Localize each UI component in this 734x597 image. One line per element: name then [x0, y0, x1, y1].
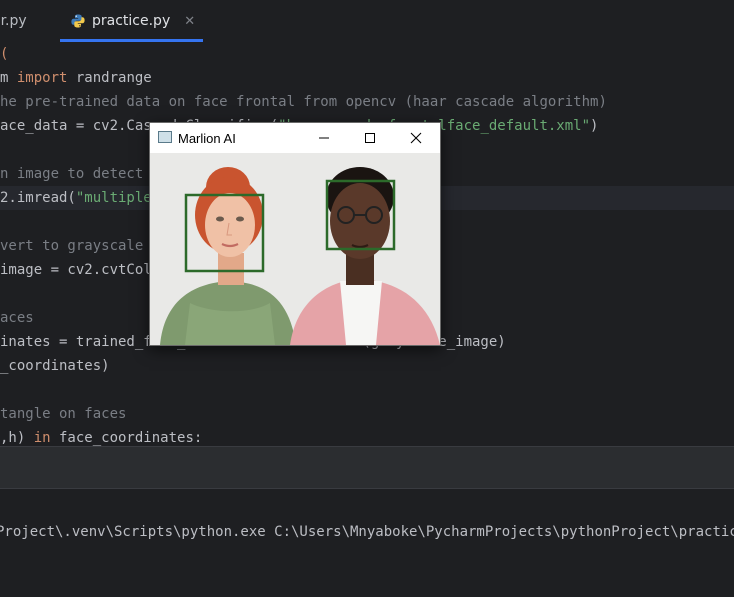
code-line: m import randrange — [0, 66, 152, 90]
code-token: _coordinates) — [0, 358, 110, 374]
tab-label: practice.py — [92, 13, 171, 29]
maximize-button[interactable] — [356, 127, 384, 149]
code-token: m — [0, 70, 17, 86]
minimize-icon — [319, 137, 329, 139]
code-token: ( — [0, 46, 9, 62]
code-line: tangle on faces — [0, 402, 126, 426]
code-line: he pre-trained data on face frontal from… — [0, 90, 607, 114]
code-token: randrange — [67, 70, 152, 86]
minimize-button[interactable] — [310, 127, 338, 149]
code-line: ,h) in face_coordinates: — [0, 426, 202, 446]
face-detection-image — [150, 153, 440, 345]
code-token: 2.imread( — [0, 190, 76, 206]
tool-window-header — [0, 446, 734, 489]
code-token: face_coordinates: — [50, 430, 203, 446]
code-token: import — [16, 70, 68, 86]
tab-label: ar.py — [0, 13, 27, 29]
window-title: Marlion AI — [178, 131, 236, 146]
window-title-bar[interactable]: Marlion AI — [150, 123, 440, 153]
image-window[interactable]: Marlion AI — [149, 122, 441, 346]
code-token: aces — [0, 310, 34, 326]
code-token: vert to grayscale — [0, 238, 144, 254]
ide-screen: ar.py practice.py ✕ ( m import randrange h… — [0, 0, 734, 597]
code-line: vert to grayscale — [0, 234, 143, 258]
tab-ar-py[interactable]: ar.py — [0, 0, 27, 42]
code-line: aces — [0, 306, 34, 330]
editor-tab-bar: ar.py practice.py ✕ — [0, 0, 734, 43]
tab-practice-py[interactable]: practice.py ✕ — [59, 0, 204, 42]
code-token: ,h) — [0, 430, 34, 446]
code-token: tangle on faces — [0, 406, 127, 422]
code-token: ) — [590, 118, 599, 134]
code-line: ( — [0, 42, 8, 66]
close-button[interactable] — [402, 127, 430, 149]
run-command-line: Project\.venv\Scripts\python.exe C:\User… — [0, 524, 734, 540]
run-console[interactable]: Project\.venv\Scripts\python.exe C:\User… — [0, 489, 734, 597]
close-icon — [410, 132, 422, 144]
close-tab-icon[interactable]: ✕ — [184, 14, 195, 29]
maximize-icon — [365, 133, 375, 143]
window-app-icon — [158, 131, 172, 143]
code-token: he pre-trained data on face frontal from… — [0, 94, 607, 110]
code-line: _coordinates) — [0, 354, 110, 378]
python-file-icon — [71, 14, 85, 28]
code-token: in — [33, 430, 51, 446]
